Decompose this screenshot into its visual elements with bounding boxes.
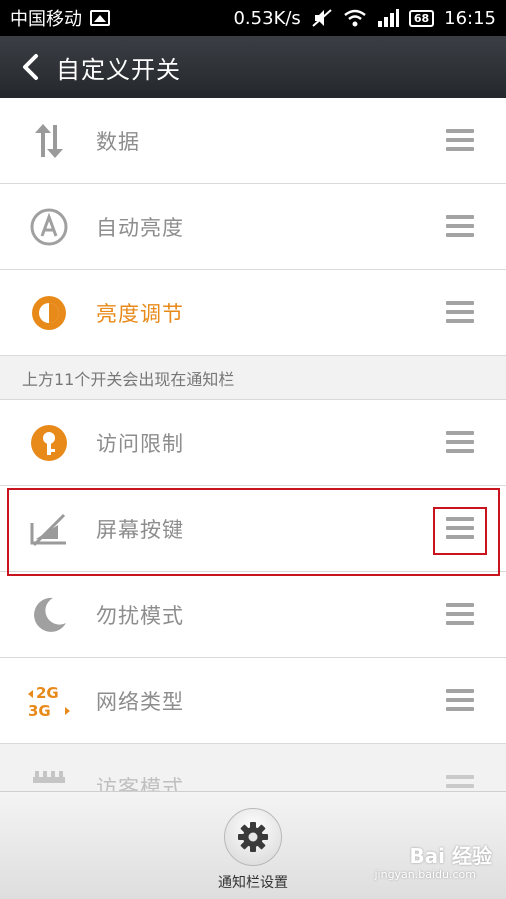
list-item-network-type[interactable]: 2G 3G 网络类型: [0, 658, 506, 744]
svg-text:2G: 2G: [36, 684, 59, 702]
carrier-name: 中国移动: [10, 9, 82, 30]
section-note: 上方11个开关会出现在通知栏: [0, 356, 506, 400]
watermark-url: jingyan.baidu.com: [374, 868, 476, 881]
list-item-auto-brightness[interactable]: 自动亮度: [0, 184, 506, 270]
back-button[interactable]: [10, 36, 50, 98]
status-right: 0.53K/s 68 16:15: [233, 8, 496, 29]
auto-brightness-icon: [22, 200, 76, 254]
clock: 16:15: [444, 7, 496, 29]
battery-icon: 68: [408, 9, 435, 27]
gear-icon: [238, 822, 268, 852]
svg-text:3G: 3G: [28, 702, 51, 720]
title-bar: 自定义开关: [0, 36, 506, 98]
drag-handle-icon[interactable]: [446, 689, 474, 711]
image-notification-icon: [90, 10, 110, 26]
drag-handle-icon[interactable]: [446, 129, 474, 151]
toggle-list: 数据 自动亮度 亮度调节 上方11个开关会出现在通知栏 访问限制 屏幕按键 勿扰…: [0, 98, 506, 830]
list-item-label: 数据: [96, 129, 140, 154]
signal-icon: [377, 9, 399, 27]
mute-icon: [312, 9, 332, 27]
brightness-icon: [22, 286, 76, 340]
list-item-label: 自动亮度: [96, 215, 184, 240]
drag-handle-icon[interactable]: [446, 603, 474, 625]
list-item-label: 勿扰模式: [96, 603, 184, 628]
list-item-data[interactable]: 数据: [0, 98, 506, 184]
network-type-icon: 2G 3G: [22, 674, 76, 728]
notification-settings-button[interactable]: [224, 808, 282, 866]
list-item-do-not-disturb[interactable]: 勿扰模式: [0, 572, 506, 658]
list-item-brightness[interactable]: 亮度调节: [0, 270, 506, 356]
drag-handle-icon[interactable]: [446, 431, 474, 453]
list-item-access-restriction[interactable]: 访问限制: [0, 400, 506, 486]
drag-handle-icon[interactable]: [446, 517, 474, 539]
moon-icon: [22, 588, 76, 642]
wifi-icon: [344, 9, 366, 27]
drag-handle-icon[interactable]: [446, 215, 474, 237]
chevron-left-icon: [23, 54, 38, 80]
key-icon: [22, 416, 76, 470]
list-item-label: 亮度调节: [96, 301, 184, 326]
list-item-screen-buttons[interactable]: 屏幕按键: [0, 486, 506, 572]
list-item-label: 网络类型: [96, 689, 184, 714]
screen-buttons-icon: [22, 502, 76, 556]
watermark-logo: Bai 经验: [409, 844, 492, 868]
list-item-label: 访问限制: [96, 431, 184, 456]
page-title: 自定义开关: [56, 55, 181, 84]
status-left: 中国移动: [10, 5, 110, 31]
network-speed: 0.53K/s: [233, 7, 301, 29]
data-sync-icon: [22, 114, 76, 168]
status-bar: 中国移动 0.53K/s 68 16:15: [0, 0, 506, 36]
list-item-label: 屏幕按键: [96, 517, 184, 542]
drag-handle-icon[interactable]: [446, 301, 474, 323]
